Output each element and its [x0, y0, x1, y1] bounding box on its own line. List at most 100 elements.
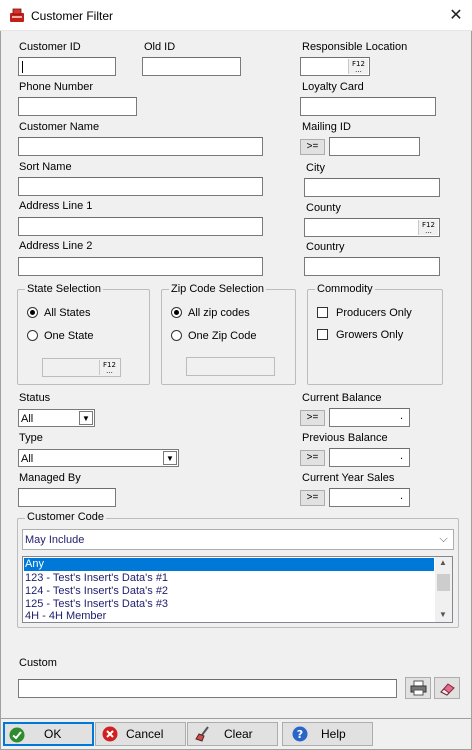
address-line-1-input[interactable] [18, 217, 263, 236]
previous-balance-value: . [399, 450, 403, 462]
old-id-label: Old ID [144, 41, 176, 53]
managed-by-input[interactable] [18, 488, 116, 507]
scrollbar-thumb[interactable] [437, 574, 450, 591]
address-line-1-label: Address Line 1 [19, 200, 93, 212]
eraser-button[interactable] [434, 677, 460, 699]
mailing-id-input[interactable] [329, 137, 420, 156]
city-input[interactable] [304, 178, 440, 197]
previous-balance-label: Previous Balance [302, 432, 388, 444]
type-select[interactable]: All ▼ [18, 449, 179, 467]
city-label: City [306, 162, 325, 174]
list-item[interactable]: 124 - Test's Insert's Data's #2 [25, 585, 168, 598]
scroll-up-icon[interactable]: ▲ [439, 558, 447, 567]
status-value: All [21, 413, 34, 425]
sort-name-input[interactable] [18, 177, 263, 196]
checkmark-icon [9, 727, 25, 743]
customer-code-title: Customer Code [25, 511, 107, 523]
ok-label: OK [44, 727, 62, 741]
help-label: Help [321, 727, 346, 741]
button-bar-divider [0, 718, 472, 719]
customer-id-label: Customer ID [19, 41, 81, 53]
broom-icon [195, 726, 209, 742]
current-year-sales-input[interactable]: . [329, 488, 410, 507]
chevron-down-icon[interactable]: ▼ [163, 451, 177, 465]
phone-number-input[interactable] [18, 97, 137, 116]
list-item[interactable]: Any [24, 558, 434, 571]
clear-label: Clear [224, 727, 253, 741]
one-state-label[interactable]: One State [44, 330, 94, 342]
current-balance-value: . [399, 410, 403, 422]
one-state-radio[interactable] [27, 330, 38, 341]
printer-icon [410, 680, 427, 696]
old-id-input[interactable] [142, 57, 241, 76]
help-icon: ? [292, 726, 308, 742]
county-label: County [306, 202, 341, 214]
commodity-title: Commodity [315, 283, 375, 295]
producers-only-checkbox[interactable] [317, 307, 328, 318]
scroll-down-icon[interactable]: ▼ [439, 610, 447, 619]
chevron-down-icon[interactable]: ▼ [79, 411, 93, 425]
f12-lookup-button[interactable]: F12... [418, 220, 438, 235]
customer-name-label: Customer Name [19, 121, 100, 133]
printer-button[interactable] [405, 677, 431, 699]
previous-balance-operator-button[interactable]: >= [300, 450, 325, 466]
custom-label: Custom [19, 657, 57, 669]
status-label: Status [19, 392, 51, 404]
customer-name-input[interactable] [18, 137, 263, 156]
ok-button[interactable]: OK [3, 722, 94, 746]
phone-number-label: Phone Number [19, 81, 93, 93]
responsible-location-input[interactable]: F12... [300, 57, 370, 76]
window-title: Customer Filter [31, 9, 114, 23]
one-zip-code-label[interactable]: One Zip Code [188, 330, 256, 342]
eraser-icon [440, 683, 455, 696]
one-zip-code-radio[interactable] [171, 330, 182, 341]
mailing-id-operator-button[interactable]: >= [300, 139, 325, 155]
app-icon [10, 8, 24, 22]
zip-selection-title: Zip Code Selection [169, 283, 266, 295]
help-button[interactable]: ? Help [282, 722, 373, 746]
cancel-label: Cancel [126, 727, 164, 741]
address-line-2-label: Address Line 2 [19, 240, 93, 252]
list-scrollbar[interactable]: ▲ ▼ [435, 557, 452, 622]
growers-only-checkbox[interactable] [317, 329, 328, 340]
country-input[interactable] [304, 257, 440, 276]
f12-lookup-button[interactable]: F12... [348, 59, 368, 74]
current-balance-operator-button[interactable]: >= [300, 410, 325, 426]
previous-balance-input[interactable]: . [329, 448, 410, 467]
producers-only-label[interactable]: Producers Only [336, 307, 412, 319]
all-states-radio[interactable] [27, 307, 38, 318]
current-year-sales-operator-button[interactable]: >= [300, 490, 325, 506]
cancel-icon [102, 726, 118, 742]
all-states-label[interactable]: All States [44, 307, 90, 319]
f12-dots: ... [106, 367, 113, 375]
list-item[interactable]: 123 - Test's Insert's Data's #1 [25, 572, 168, 585]
state-selection-title: State Selection [25, 283, 103, 295]
address-line-2-input[interactable] [18, 257, 263, 276]
responsible-location-label: Responsible Location [302, 41, 408, 53]
type-label: Type [19, 432, 43, 444]
clear-button[interactable]: Clear [187, 722, 278, 746]
county-input[interactable]: F12... [304, 218, 440, 237]
close-icon[interactable]: ✕ [446, 6, 466, 26]
customer-code-list[interactable]: Any 123 - Test's Insert's Data's #1 124 … [22, 556, 453, 623]
current-year-sales-value: . [399, 490, 403, 502]
zip-code-input [186, 357, 275, 376]
list-item[interactable]: 4H - 4H Member [25, 610, 106, 623]
current-balance-input[interactable]: . [329, 408, 410, 427]
f12-dots: ... [425, 227, 432, 235]
custom-input[interactable] [18, 679, 397, 698]
all-zip-codes-label[interactable]: All zip codes [188, 307, 250, 319]
cancel-button[interactable]: Cancel [95, 722, 186, 746]
loyalty-card-label: Loyalty Card [302, 81, 364, 93]
all-zip-codes-radio[interactable] [171, 307, 182, 318]
customer-code-mode-select[interactable]: May Include ⌵ [22, 529, 454, 550]
customer-id-input[interactable] [18, 57, 116, 76]
type-value: All [21, 453, 34, 465]
status-select[interactable]: All ▼ [18, 409, 95, 427]
loyalty-card-input[interactable] [300, 97, 436, 116]
current-year-sales-label: Current Year Sales [302, 472, 395, 484]
chevron-down-icon[interactable]: ⌵ [435, 531, 452, 548]
growers-only-label[interactable]: Growers Only [336, 329, 403, 341]
mailing-id-label: Mailing ID [302, 121, 351, 133]
managed-by-label: Managed By [19, 472, 81, 484]
